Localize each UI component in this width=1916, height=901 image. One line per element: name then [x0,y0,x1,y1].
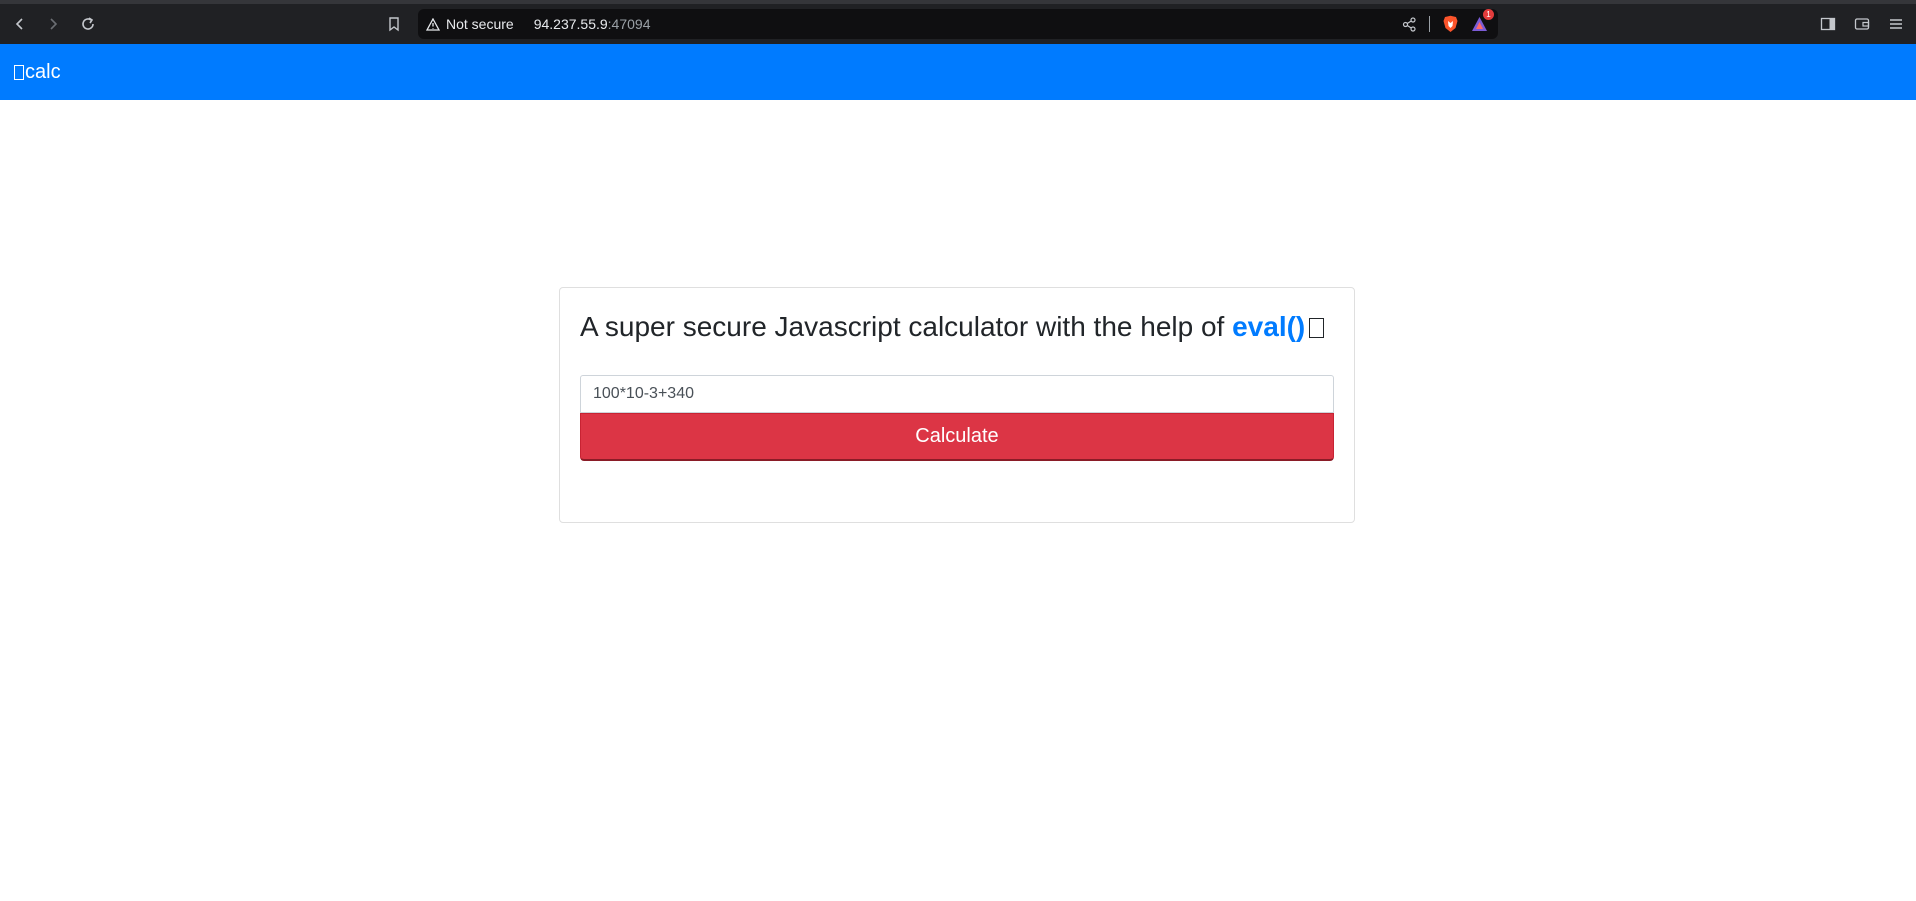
share-icon[interactable] [1402,16,1417,32]
brand-label: calc [25,61,61,83]
brave-rewards-button[interactable]: 1 [1471,9,1494,32]
brave-shields-icon[interactable] [1442,15,1459,33]
forward-arrow-icon [50,18,58,30]
url-port: :47094 [607,16,651,32]
reload-icon [82,17,94,30]
bookmark-icon [389,17,399,32]
warning-icon [426,17,440,31]
app-navbar: calc [0,44,1916,100]
not-secure-label[interactable]: Not secure [446,16,514,32]
eval-highlight: eval() [1232,311,1306,342]
expression-input[interactable] [580,375,1334,413]
hamburger-menu-icon [1890,19,1902,29]
sidebar-toggle-button[interactable] [1816,12,1840,36]
calculate-button[interactable]: Calculate [580,413,1334,461]
url-separator [1429,16,1430,32]
menu-button[interactable] [1884,12,1908,36]
title-text: A super secure Javascript calculator wit… [580,311,1233,342]
forward-button[interactable] [41,12,65,36]
reload-button[interactable] [76,12,100,36]
brand-link[interactable]: calc [14,59,61,85]
missing-glyph-icon [1309,318,1325,338]
back-button[interactable] [8,12,32,36]
url-host: 94.237.55.9 [533,16,608,32]
address-bar[interactable]: Not secure 94.237.55.9:47094 1 [418,9,1498,39]
calculator-card: A super secure Javascript calculator wit… [559,287,1355,523]
back-arrow-icon [15,18,23,30]
browser-chrome: Not secure 94.237.55.9:47094 1 [0,0,1916,44]
sidebar-icon [1820,17,1836,31]
notification-count: 1 [1483,9,1494,20]
wallet-button[interactable] [1850,12,1874,36]
wallet-icon [1854,18,1870,30]
bookmark-button[interactable] [382,12,406,36]
missing-glyph-icon [14,64,24,80]
card-title: A super secure Javascript calculator wit… [580,309,1325,345]
